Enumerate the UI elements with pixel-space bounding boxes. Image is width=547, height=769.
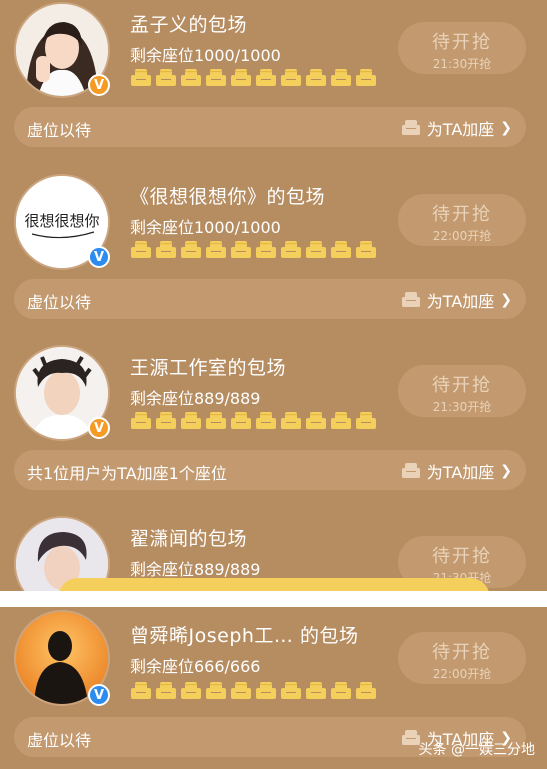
grab-button-label: 待开抢 [432, 375, 492, 396]
grab-button[interactable]: 待开抢 21:30开抢 [398, 365, 526, 417]
chair-icon [130, 681, 152, 701]
card-title: 翟潇闻的包场 [130, 528, 248, 550]
chevron-right-icon: ❯ [500, 120, 512, 136]
chair-icon [155, 411, 177, 431]
verified-v-icon: V [88, 74, 110, 96]
chair-icon [130, 68, 152, 88]
card-title: 孟子义的包场 [130, 14, 248, 36]
chair-icon [180, 68, 202, 88]
chair-icon [280, 68, 302, 88]
chair-icon [280, 411, 302, 431]
add-seat-bar[interactable]: 虚位以待 为TA加座 ❯ [14, 107, 526, 147]
add-seat-link[interactable]: 为TA加座 ❯ [401, 288, 512, 312]
chair-icon [230, 681, 252, 701]
grab-button-label: 待开抢 [432, 546, 492, 567]
grab-button-label: 待开抢 [432, 32, 492, 53]
add-seat-bar[interactable]: 共1位用户为TA加座1个座位 为TA加座 ❯ [14, 450, 526, 490]
chair-icon [305, 411, 327, 431]
bar-status-text: 虚位以待 [27, 121, 92, 140]
grab-button[interactable]: 待开抢 22:00开抢 [398, 194, 526, 246]
chair-icon [255, 240, 277, 260]
add-seat-bar[interactable]: 虚位以待 为TA加座 ❯ [14, 279, 526, 319]
screenshot-top-section: V 孟子义的包场 剩余座位1000/1000 待开抢 21:30开抢 虚位以待 … [0, 0, 547, 591]
chair-icon [355, 240, 377, 260]
chair-icon [155, 68, 177, 88]
chair-icon [205, 411, 227, 431]
chair-icon [180, 681, 202, 701]
card-title: 《很想很想你》的包场 [130, 186, 326, 208]
add-seat-link[interactable]: 为TA加座 ❯ [401, 459, 512, 483]
chair-icon [205, 681, 227, 701]
source-watermark: 头条 @一娱三分地 [418, 742, 535, 758]
remaining-seats: 剩余座位1000/1000 [130, 46, 281, 65]
add-seat-label: 为TA加座 [426, 120, 495, 139]
add-seat-label: 为TA加座 [426, 463, 495, 482]
chair-icon [355, 681, 377, 701]
booking-card[interactable]: V 孟子义的包场 剩余座位1000/1000 待开抢 21:30开抢 虚位以待 … [0, 0, 547, 172]
grab-button-label: 待开抢 [432, 642, 492, 663]
add-seat-label: 为TA加座 [426, 292, 495, 311]
chair-icon [330, 240, 352, 260]
chair-icon [230, 411, 252, 431]
chair-icon [155, 240, 177, 260]
chair-icon [255, 68, 277, 88]
grab-start-time: 21:30开抢 [432, 57, 492, 71]
chair-icon [230, 68, 252, 88]
chair-row [130, 681, 377, 701]
bar-status-text: 虚位以待 [27, 731, 92, 750]
chair-icon [330, 68, 352, 88]
screenshot-divider [0, 591, 547, 607]
chair-icon [305, 240, 327, 260]
chair-icon [305, 68, 327, 88]
grab-button-label: 待开抢 [432, 204, 492, 225]
add-seat-link[interactable]: 为TA加座 ❯ [401, 116, 512, 140]
chair-icon [255, 411, 277, 431]
chair-icon [330, 681, 352, 701]
chair-icon [130, 240, 152, 260]
remaining-seats: 剩余座位1000/1000 [130, 218, 281, 237]
grab-button[interactable]: 待开抢 22:00开抢 [398, 632, 526, 684]
chair-icon [155, 681, 177, 701]
chair-icon [330, 411, 352, 431]
chair-icon [280, 240, 302, 260]
booking-card[interactable]: 很想很想你 V 《很想很想你》的包场 剩余座位1000/1000 待开抢 22:… [0, 172, 547, 344]
booking-card[interactable]: V 王源工作室的包场 剩余座位889/889 待开抢 21:30开抢 共1位用户… [0, 343, 547, 515]
verified-v-icon: V [88, 684, 110, 706]
chair-icon [355, 68, 377, 88]
grab-start-time: 22:00开抢 [432, 667, 492, 681]
chevron-right-icon: ❯ [500, 463, 512, 479]
card-title: 王源工作室的包场 [130, 357, 287, 379]
chair-row [130, 68, 377, 88]
verified-v-icon: V [88, 246, 110, 268]
bar-status-text: 虚位以待 [27, 293, 92, 312]
chair-icon [205, 240, 227, 260]
remaining-seats: 剩余座位666/666 [130, 657, 261, 676]
chair-icon [305, 681, 327, 701]
bottom-popup-sheet[interactable] [58, 578, 490, 591]
chair-icon [255, 681, 277, 701]
chair-icon [130, 411, 152, 431]
card-title: 曾舜晞Joseph工… 的包场 [130, 625, 359, 647]
verified-v-icon: V [88, 417, 110, 439]
chair-icon [205, 68, 227, 88]
sofa-icon [401, 462, 421, 480]
chair-icon [280, 681, 302, 701]
chair-icon [180, 240, 202, 260]
remaining-seats: 剩余座位889/889 [130, 560, 261, 579]
chair-row [130, 411, 377, 431]
grab-button[interactable]: 待开抢 21:30开抢 [398, 22, 526, 74]
remaining-seats: 剩余座位889/889 [130, 389, 261, 408]
grab-start-time: 21:30开抢 [432, 400, 492, 414]
grab-start-time: 22:00开抢 [432, 229, 492, 243]
chair-icon [180, 411, 202, 431]
sofa-icon [401, 119, 421, 137]
chair-icon [230, 240, 252, 260]
chair-row [130, 240, 377, 260]
calligraphy-title-text: 很想很想你 [24, 212, 99, 230]
sofa-icon [401, 291, 421, 309]
chevron-right-icon: ❯ [500, 292, 512, 308]
bar-status-text: 共1位用户为TA加座1个座位 [27, 464, 227, 483]
chair-icon [355, 411, 377, 431]
